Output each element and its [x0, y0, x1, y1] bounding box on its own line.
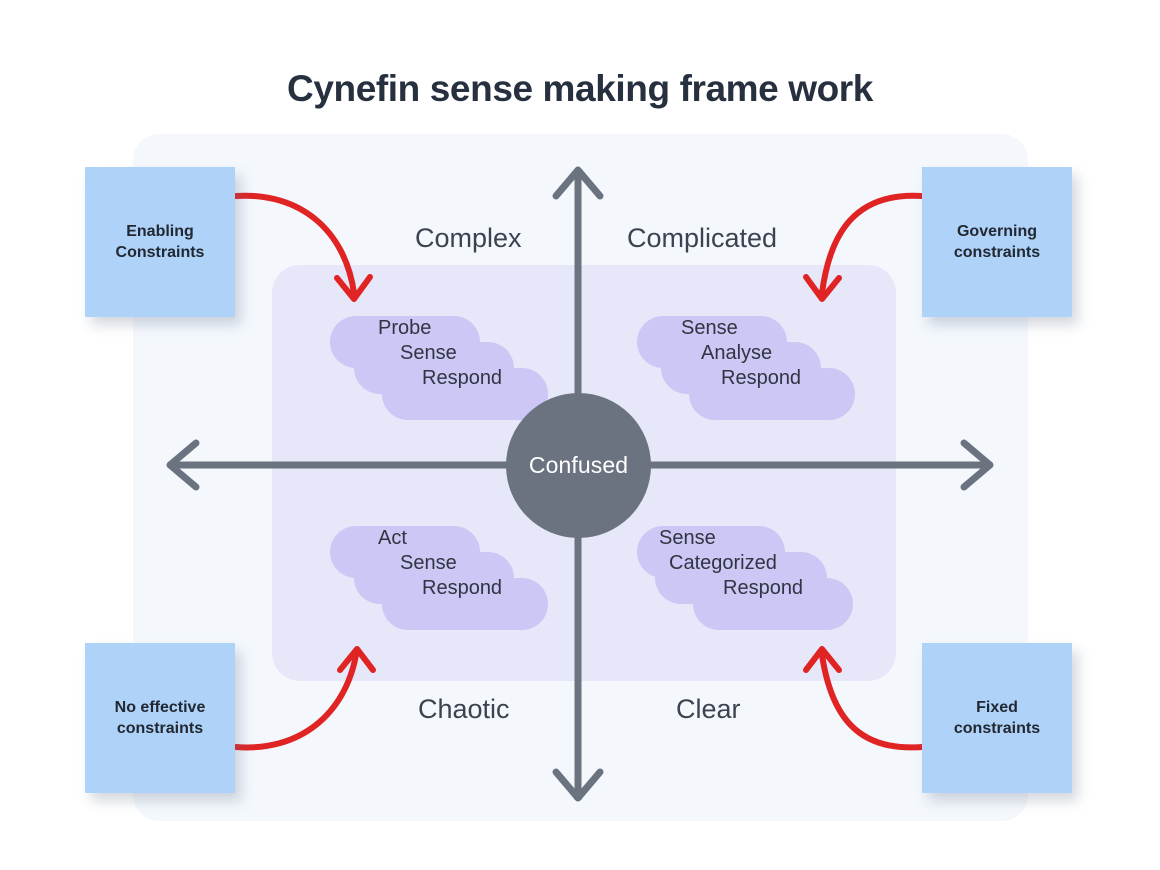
- practice-step: Probe: [378, 317, 432, 339]
- quadrant-label-chaotic: Chaotic: [418, 694, 510, 724]
- practice-step: Respond: [422, 367, 503, 389]
- practice-step: Act: [378, 527, 407, 549]
- cloud-text: Sense Analyse Respond: [637, 316, 867, 391]
- quadrant-label-complicated: Complicated: [627, 223, 778, 253]
- sticky-note-line-2: constraints: [116, 720, 204, 737]
- cloud-text: Sense Categorized Respond: [637, 526, 867, 601]
- practice-step: Sense: [681, 317, 738, 339]
- sticky-note-text: Governing constraints: [954, 221, 1040, 263]
- practice-step: Respond: [422, 577, 503, 599]
- cloud-text: Act Sense Respond: [330, 526, 560, 601]
- quadrant-label-clear: Clear: [676, 694, 741, 724]
- practice-cloud-complex: Probe Sense Respond: [330, 316, 560, 421]
- cloud-text: Probe Sense Respond: [330, 316, 560, 391]
- practice-step: Sense: [400, 342, 457, 364]
- sticky-note-enabling-constraints: Enabling Constraints: [85, 167, 235, 317]
- center-label: Confused: [528, 452, 629, 478]
- practice-step: Respond: [723, 577, 804, 599]
- sticky-note-line-1: Fixed: [976, 699, 1018, 716]
- practice-step: Categorized: [669, 552, 777, 574]
- practice-step: Respond: [721, 367, 802, 389]
- sticky-note-no-effective-constraints: No effective constraints: [85, 643, 235, 793]
- practice-cloud-complicated: Sense Analyse Respond: [637, 316, 867, 421]
- sticky-note-governing-constraints: Governing constraints: [922, 167, 1072, 317]
- sticky-note-text: No effective constraints: [115, 697, 206, 739]
- practice-cloud-chaotic: Act Sense Respond: [330, 526, 560, 631]
- sticky-note-line-2: Constraints: [115, 244, 205, 261]
- center-confused-circle: Confused: [506, 393, 651, 538]
- sticky-note-line-1: Enabling: [126, 223, 194, 240]
- sticky-note-line-2: constraints: [953, 720, 1041, 737]
- sticky-note-line-2: constraints: [953, 244, 1041, 261]
- sticky-note-text: Enabling Constraints: [116, 221, 205, 263]
- page-title: Cynefin sense making frame work: [287, 68, 873, 109]
- diagram-canvas: Cynefin sense making frame work Complex …: [0, 0, 1160, 870]
- sticky-note-line-1: Governing: [956, 223, 1037, 240]
- practice-step: Sense: [400, 552, 457, 574]
- practice-cloud-clear: Sense Categorized Respond: [637, 526, 867, 631]
- practice-step: Analyse: [701, 342, 773, 364]
- sticky-note-line-1: No effective: [114, 699, 206, 716]
- practice-step: Sense: [659, 527, 716, 549]
- sticky-note-text: Fixed constraints: [954, 697, 1040, 739]
- quadrant-label-complex: Complex: [415, 223, 522, 253]
- sticky-note-fixed-constraints: Fixed constraints: [922, 643, 1072, 793]
